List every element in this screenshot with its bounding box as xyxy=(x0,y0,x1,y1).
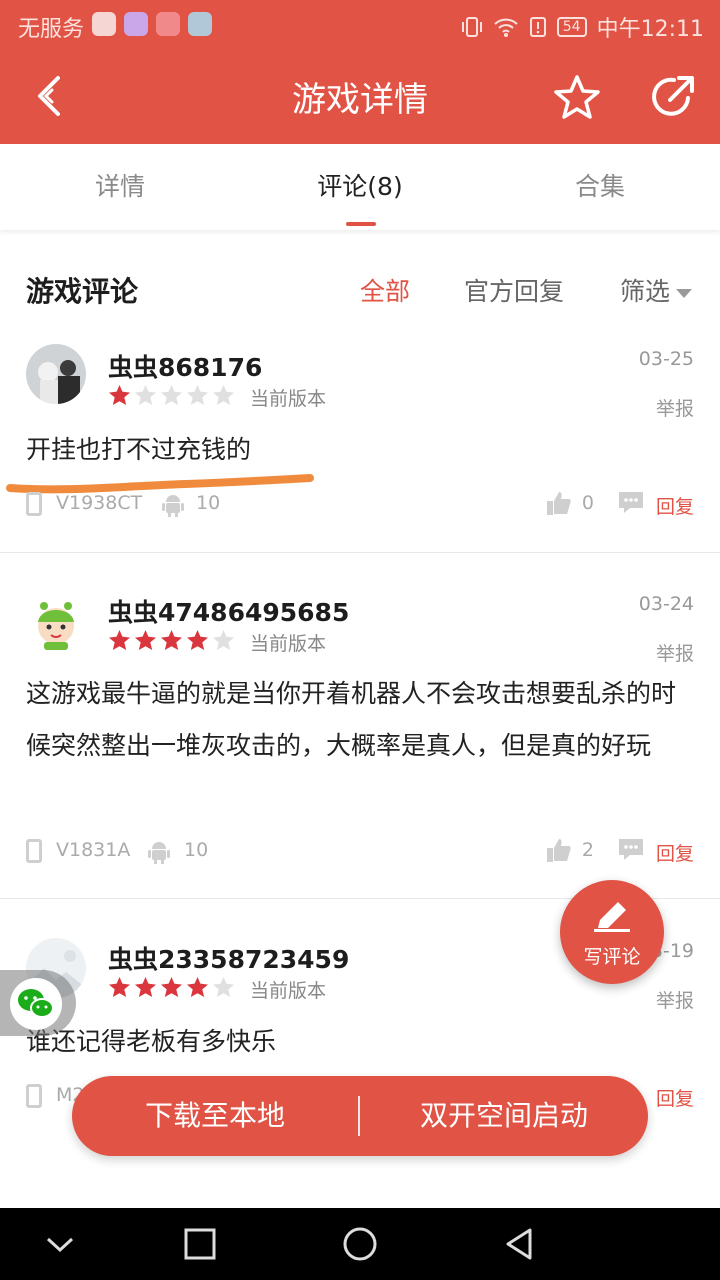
wechat-icon xyxy=(10,978,62,1030)
phone-icon xyxy=(26,839,42,863)
phone-icon xyxy=(26,492,42,516)
rating-stars xyxy=(108,384,235,406)
tab-collections[interactable]: 合集 xyxy=(480,144,720,230)
comment-date: 03-25 xyxy=(638,348,694,370)
thumbs-up-icon[interactable] xyxy=(546,837,572,863)
star-empty-icon xyxy=(212,976,235,998)
device-model: V1938CT xyxy=(56,492,143,514)
comment-meta-row: V1831A 10 2 回复 xyxy=(26,837,694,867)
rating-stars xyxy=(108,629,235,651)
tab-bar: 详情 评论(8) 合集 xyxy=(0,144,720,230)
report-button[interactable]: 举报 xyxy=(656,986,694,1013)
android-icon xyxy=(162,495,184,517)
tab-comments[interactable]: 评论(8) xyxy=(240,144,480,230)
notification-icons xyxy=(92,12,212,36)
comment-text: 开挂也打不过充钱的 xyxy=(26,435,252,464)
avatar[interactable] xyxy=(26,592,86,652)
star-filled-icon xyxy=(108,976,131,998)
share-icon[interactable] xyxy=(648,72,698,122)
battery-indicator: 54 xyxy=(556,17,587,37)
active-tab-indicator xyxy=(346,222,376,226)
phone-icon xyxy=(26,1084,42,1108)
star-empty-icon xyxy=(212,384,235,406)
star-empty-icon xyxy=(134,384,157,406)
comment-username[interactable]: 虫虫47486495685 xyxy=(108,593,349,629)
write-comment-button[interactable]: 写评论 xyxy=(560,880,664,984)
favorite-star-icon[interactable] xyxy=(552,72,602,122)
dual-space-launch-button[interactable]: 双开空间启动 xyxy=(360,1076,648,1156)
comment-text: 这游戏最牛逼的就是当你开着机器人不会攻击想要乱杀的时候突然整出一堆灰攻击的，大概… xyxy=(26,679,677,760)
comment-meta-row: V1938CT 10 0 回复 xyxy=(26,490,694,520)
status-bar: 无服务 54 中午12:11 xyxy=(0,0,720,50)
avatar[interactable] xyxy=(26,344,86,404)
star-filled-icon xyxy=(186,976,209,998)
chevron-down-icon[interactable] xyxy=(40,1224,80,1264)
wechat-float-button[interactable] xyxy=(0,970,76,1036)
user-avatar-photo xyxy=(26,344,86,404)
caret-down-icon xyxy=(676,288,693,298)
like-count: 2 xyxy=(581,839,594,861)
android-version: 10 xyxy=(184,839,209,861)
comment-username[interactable]: 虫虫23358723459 xyxy=(108,940,349,976)
report-button[interactable]: 举报 xyxy=(656,394,694,421)
version-tag: 当前版本 xyxy=(250,633,327,655)
star-filled-icon xyxy=(134,629,157,651)
download-local-button[interactable]: 下载至本地 xyxy=(72,1076,358,1156)
star-empty-icon xyxy=(212,629,235,651)
notification-app-icon xyxy=(92,12,116,36)
android-icon xyxy=(148,842,170,864)
device-model: V1831A xyxy=(56,839,131,861)
star-filled-icon xyxy=(108,629,131,651)
page-title: 游戏详情 xyxy=(292,80,428,120)
app-header: 无服务 54 中午12:11 游戏详情 xyxy=(0,0,720,144)
sim-alert-icon xyxy=(529,17,546,37)
comment-date: 03-24 xyxy=(638,593,694,615)
filter-dropdown[interactable]: 筛选 xyxy=(620,272,693,308)
home-circle-icon[interactable] xyxy=(340,1224,380,1264)
divider xyxy=(0,552,720,553)
bottom-action-bar: 下载至本地 双开空间启动 xyxy=(72,1076,648,1156)
reply-button[interactable]: 回复 xyxy=(656,1084,694,1111)
wifi-icon xyxy=(494,18,518,37)
comment-bubble-icon[interactable] xyxy=(618,490,644,514)
tab-details[interactable]: 详情 xyxy=(0,144,240,230)
like-count: 0 xyxy=(581,492,594,514)
carrier-label: 无服务 xyxy=(18,17,85,42)
version-tag: 当前版本 xyxy=(250,388,327,410)
rating-stars xyxy=(108,976,235,998)
system-navigation-bar xyxy=(0,1208,720,1280)
filter-all[interactable]: 全部 xyxy=(360,272,410,308)
clock: 中午12:11 xyxy=(596,17,704,42)
version-tag: 当前版本 xyxy=(250,980,327,1002)
write-comment-label: 写评论 xyxy=(583,946,641,968)
pen-icon xyxy=(594,902,630,932)
star-filled-icon xyxy=(160,629,183,651)
report-button[interactable]: 举报 xyxy=(656,639,694,666)
bug-mascot-avatar xyxy=(26,592,86,652)
store-app-icon xyxy=(156,12,180,36)
star-filled-icon xyxy=(186,629,209,651)
recents-square-icon[interactable] xyxy=(180,1224,220,1264)
book-app-icon xyxy=(188,12,212,36)
reply-button[interactable]: 回复 xyxy=(656,492,694,519)
filter-official-reply[interactable]: 官方回复 xyxy=(464,272,564,308)
star-filled-icon xyxy=(108,384,131,406)
vibrate-icon xyxy=(461,17,482,37)
comment-username[interactable]: 虫虫868176 xyxy=(108,348,262,384)
star-empty-icon xyxy=(186,384,209,406)
thumbs-up-icon[interactable] xyxy=(546,490,572,516)
comment-text: 谁还记得老板有多快乐 xyxy=(26,1027,277,1056)
back-triangle-icon[interactable] xyxy=(500,1224,540,1264)
comments-section-title: 游戏评论 xyxy=(26,275,139,308)
filter-dropdown-label: 筛选 xyxy=(620,277,671,306)
reply-button[interactable]: 回复 xyxy=(656,839,694,866)
status-right: 54 中午12:11 xyxy=(461,11,704,43)
star-filled-icon xyxy=(134,976,157,998)
star-empty-icon xyxy=(160,384,183,406)
music-app-icon xyxy=(124,12,148,36)
android-version: 10 xyxy=(196,492,221,514)
star-filled-icon xyxy=(160,976,183,998)
comment-bubble-icon[interactable] xyxy=(618,837,644,861)
